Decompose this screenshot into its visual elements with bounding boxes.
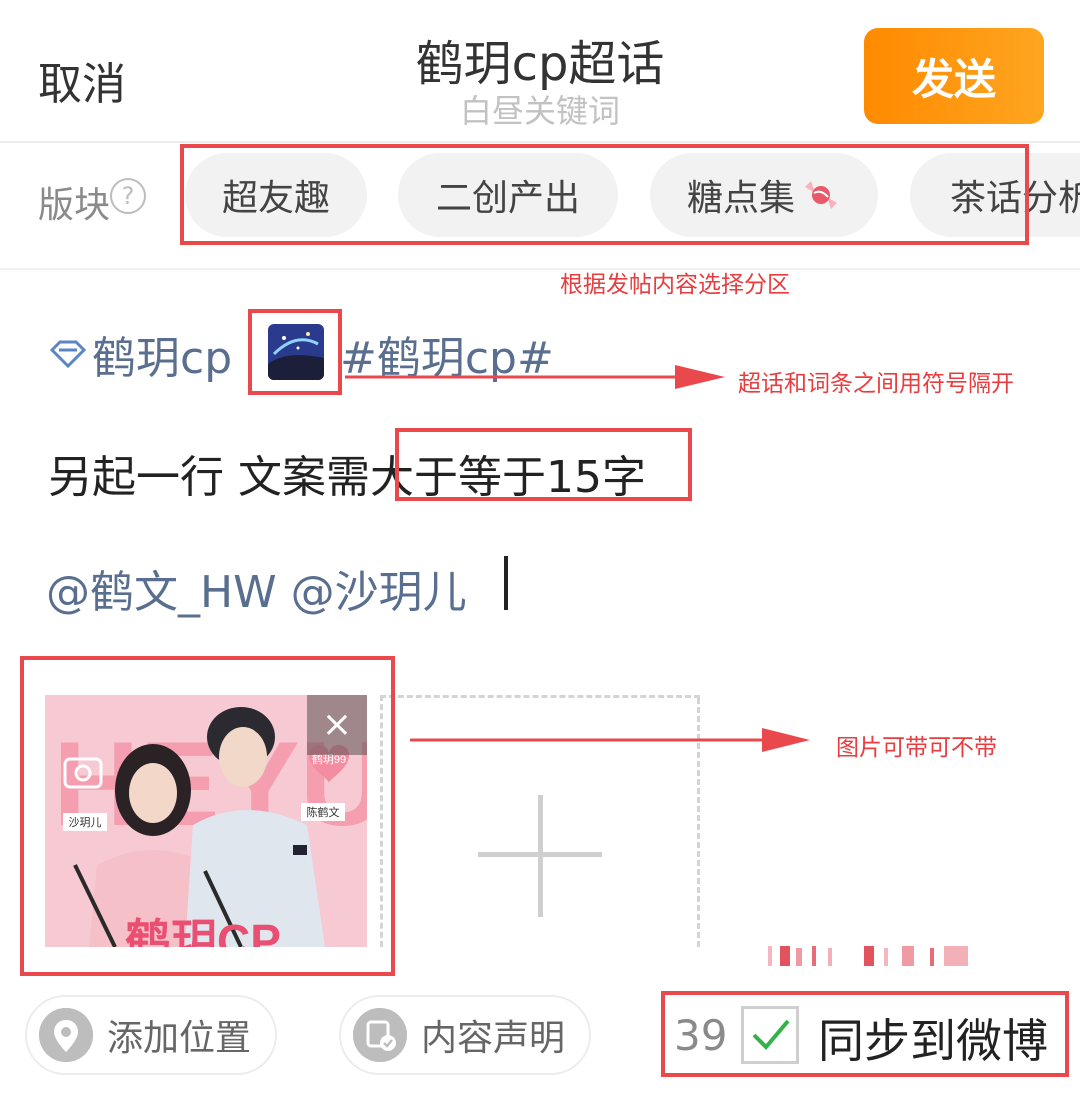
annotation-arrow-image [410, 728, 810, 752]
add-location-button[interactable]: 添加位置 [25, 995, 277, 1075]
section-divider [0, 268, 1080, 270]
declaration-icon [353, 1008, 407, 1062]
annotation-box-length [395, 428, 692, 501]
topic-name[interactable]: 鹤玥cp [92, 322, 232, 386]
progress-glitch [768, 946, 968, 966]
header-divider [0, 141, 1080, 143]
location-pin-icon [39, 1008, 93, 1062]
content-declaration-label: 内容声明 [421, 1018, 566, 1059]
diamond-icon [49, 340, 87, 369]
help-icon[interactable]: ? [110, 178, 146, 214]
annotation-arrow-separator [345, 365, 725, 389]
plus-icon-h [478, 852, 602, 857]
send-button[interactable]: 发送 [864, 28, 1044, 124]
annotation-box-separator [248, 309, 342, 395]
content-declaration-button[interactable]: 内容声明 [339, 995, 591, 1075]
section-label: 版块 [38, 185, 111, 226]
topic-line[interactable]: 鹤玥cp [48, 322, 232, 386]
annotation-image-hint: 图片可带可不带 [836, 735, 997, 761]
annotation-separator-hint: 超话和词条之间用符号隔开 [738, 371, 1014, 397]
annotation-box-image [20, 656, 395, 976]
text-cursor [504, 556, 508, 610]
annotation-box-sections [180, 144, 1029, 245]
annotation-sections-hint: 根据发帖内容选择分区 [560, 272, 790, 298]
mentions-text[interactable]: @鹤文_HW @沙玥儿 [46, 556, 467, 620]
add-location-label: 添加位置 [107, 1018, 252, 1059]
annotation-box-sync [661, 991, 1069, 1077]
